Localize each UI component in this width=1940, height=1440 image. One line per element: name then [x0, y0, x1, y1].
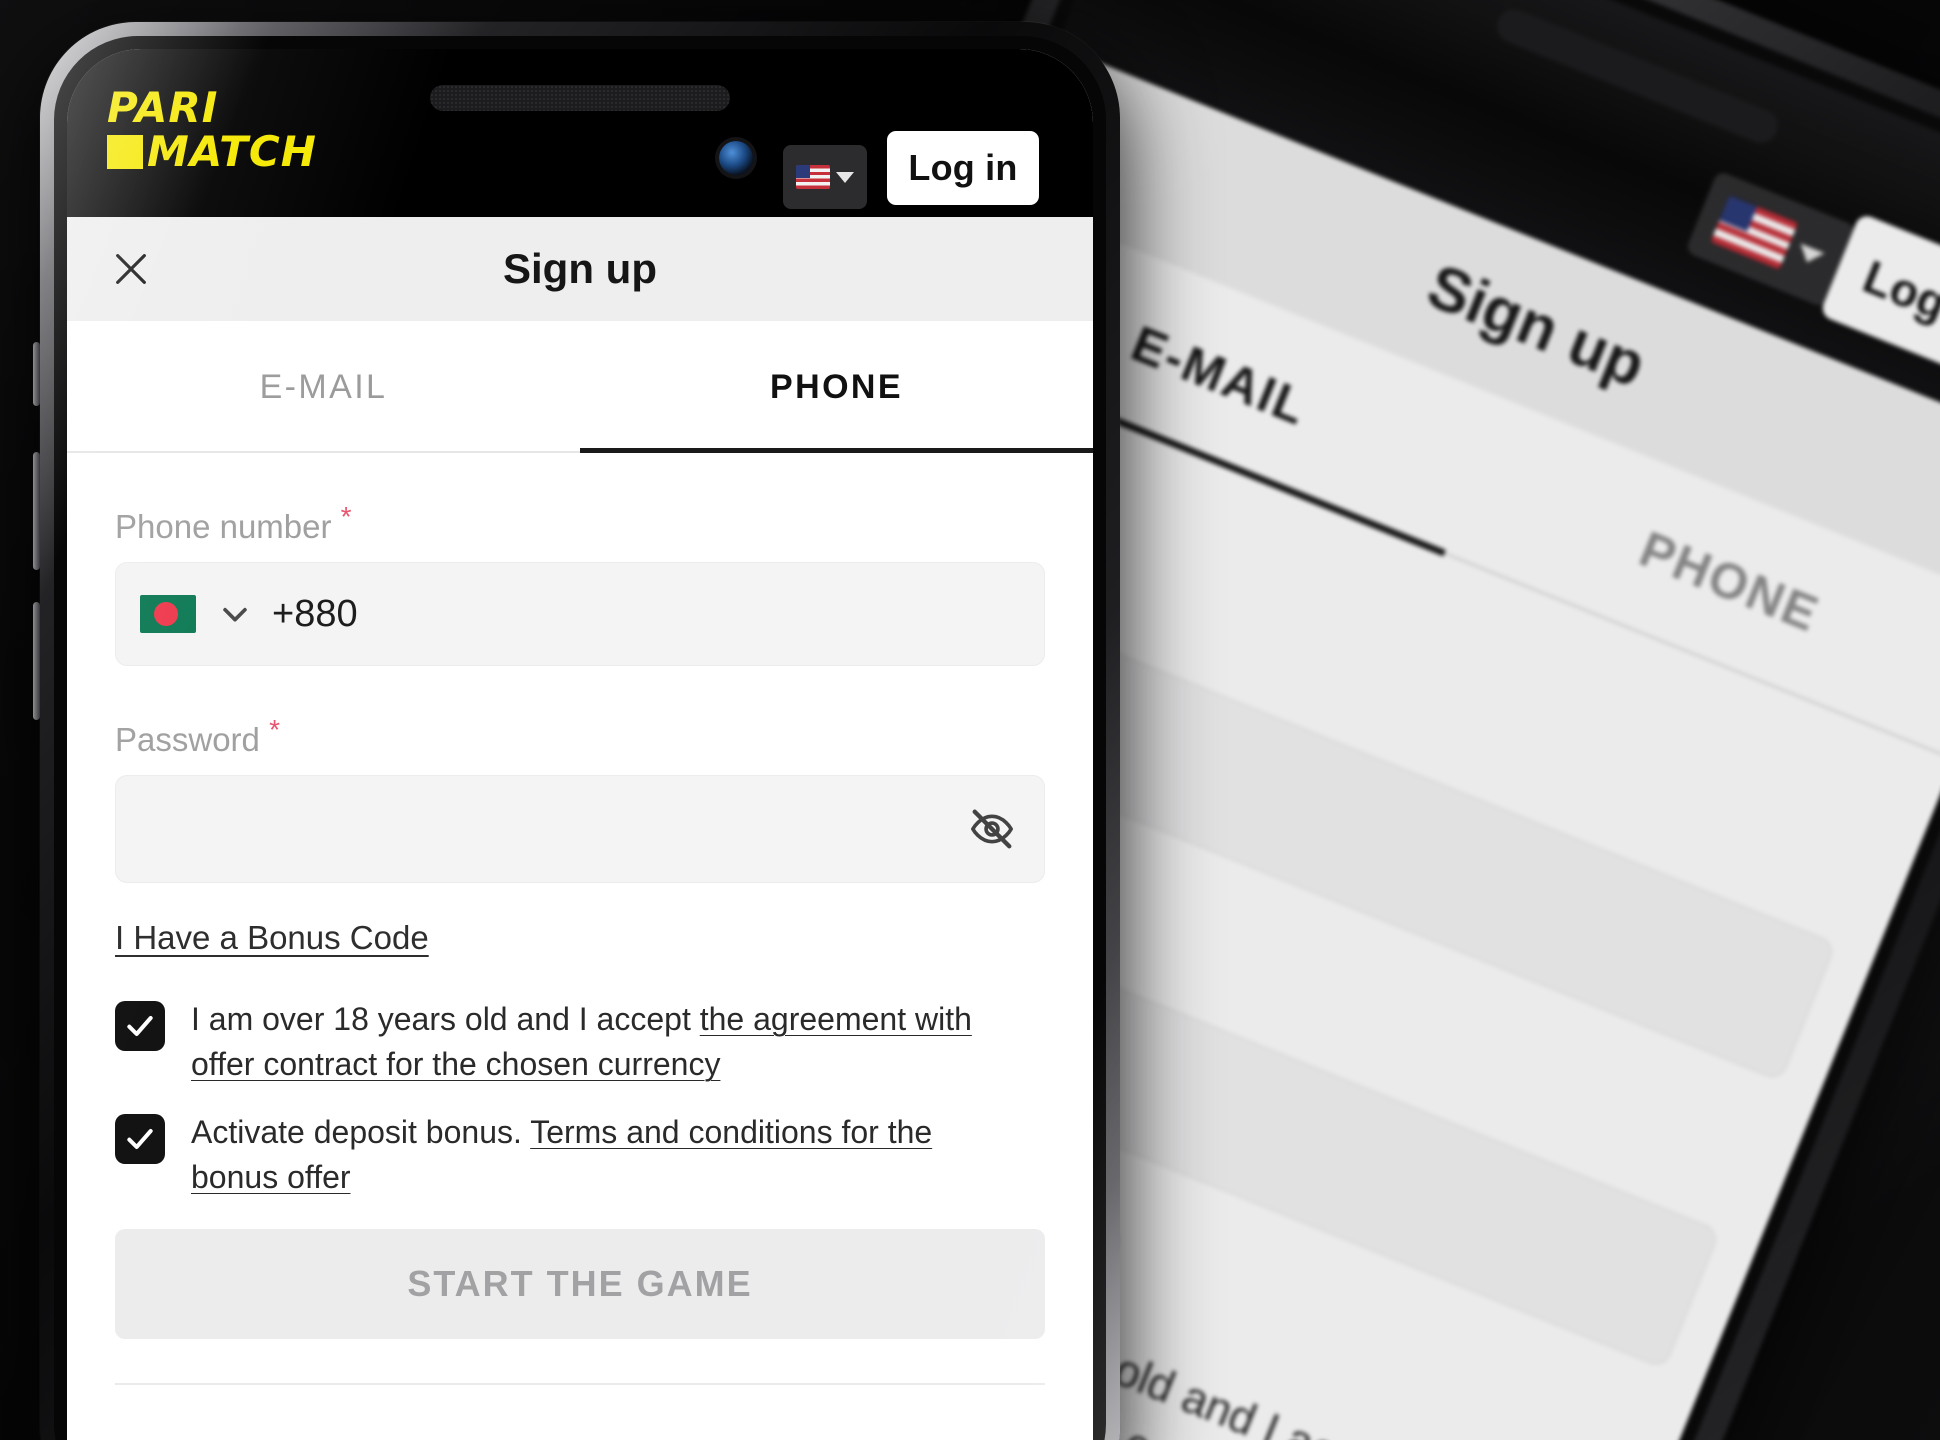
phone-silent-switch: [33, 342, 40, 406]
agreement-text-bonus: Activate deposit bonus. Terms and condit…: [191, 1110, 1011, 1201]
chevron-down-icon: [1795, 243, 1825, 267]
chevron-down-icon[interactable]: [218, 597, 252, 631]
page-title: Sign up: [503, 245, 657, 292]
us-flag-icon: [1710, 195, 1798, 270]
foreground-phone: PARI MATCH Log in Sign up E-MAIL PHONE P…: [33, 22, 1120, 1440]
agreement-bonus-plain: Activate deposit bonus.: [191, 1113, 531, 1150]
checkbox-age[interactable]: [115, 1001, 165, 1051]
checkbox-bonus[interactable]: [115, 1113, 165, 1164]
logo-line-2-row: MATCH: [107, 131, 327, 173]
required-marker: *: [269, 714, 280, 745]
login-button[interactable]: Log in: [887, 131, 1039, 205]
bangladesh-flag-icon: [140, 595, 196, 633]
password-label: Password *: [115, 714, 280, 758]
dial-code-value: +880: [272, 592, 358, 635]
logo-line-1: PARI: [107, 83, 219, 132]
logo-line-2: MATCH: [147, 127, 317, 176]
agreement-row-age[interactable]: I am over 18 years old and I accept the …: [115, 997, 1045, 1088]
language-selector[interactable]: [783, 145, 867, 209]
agreement-age-plain: I am over 18 years old and I accept: [191, 1001, 700, 1037]
phone-bezel: PARI MATCH Log in Sign up E-MAIL PHONE P…: [54, 36, 1106, 1440]
phone-volume-down-button: [33, 602, 40, 720]
front-camera: [719, 141, 753, 175]
signup-method-tabs: E-MAIL PHONE: [67, 321, 1093, 453]
modal-header: Sign up: [67, 217, 1093, 321]
phone-volume-up-button: [33, 452, 40, 570]
close-icon[interactable]: [107, 245, 155, 293]
agreement-row-bonus[interactable]: Activate deposit bonus. Terms and condit…: [115, 1110, 1045, 1201]
password-input[interactable]: [115, 775, 1045, 883]
screenshot-stage: Log in Sign up E-MAIL PHONE mail * Passw…: [0, 0, 1940, 1440]
phone-number-input[interactable]: +880: [115, 562, 1045, 666]
required-marker: *: [340, 501, 352, 532]
parimatch-logo[interactable]: PARI MATCH: [107, 87, 327, 175]
bonus-code-link[interactable]: I Have a Bonus Code: [115, 919, 429, 957]
app-topbar: PARI MATCH Log in: [67, 49, 1093, 217]
chevron-down-icon: [836, 171, 854, 183]
logo-block-shape: [107, 135, 143, 169]
form-bottom-divider: [115, 1382, 1045, 1385]
us-flag-icon: [796, 165, 830, 189]
eye-off-icon[interactable]: [966, 803, 1018, 855]
signup-form: Phone number * +880 Password * I Have a …: [67, 453, 1093, 1385]
earpiece-speaker: [430, 85, 730, 111]
agreement-text-age: I am over 18 years old and I accept the …: [191, 997, 1011, 1088]
tab-email[interactable]: E-MAIL: [67, 368, 580, 407]
agreements-group: I am over 18 years old and I accept the …: [67, 997, 1093, 1201]
phone-screen: PARI MATCH Log in Sign up E-MAIL PHONE P…: [67, 49, 1093, 1440]
phone-number-label: Phone number *: [115, 501, 352, 545]
start-the-game-button[interactable]: START THE GAME: [115, 1228, 1045, 1339]
tab-phone[interactable]: PHONE: [580, 368, 1093, 407]
